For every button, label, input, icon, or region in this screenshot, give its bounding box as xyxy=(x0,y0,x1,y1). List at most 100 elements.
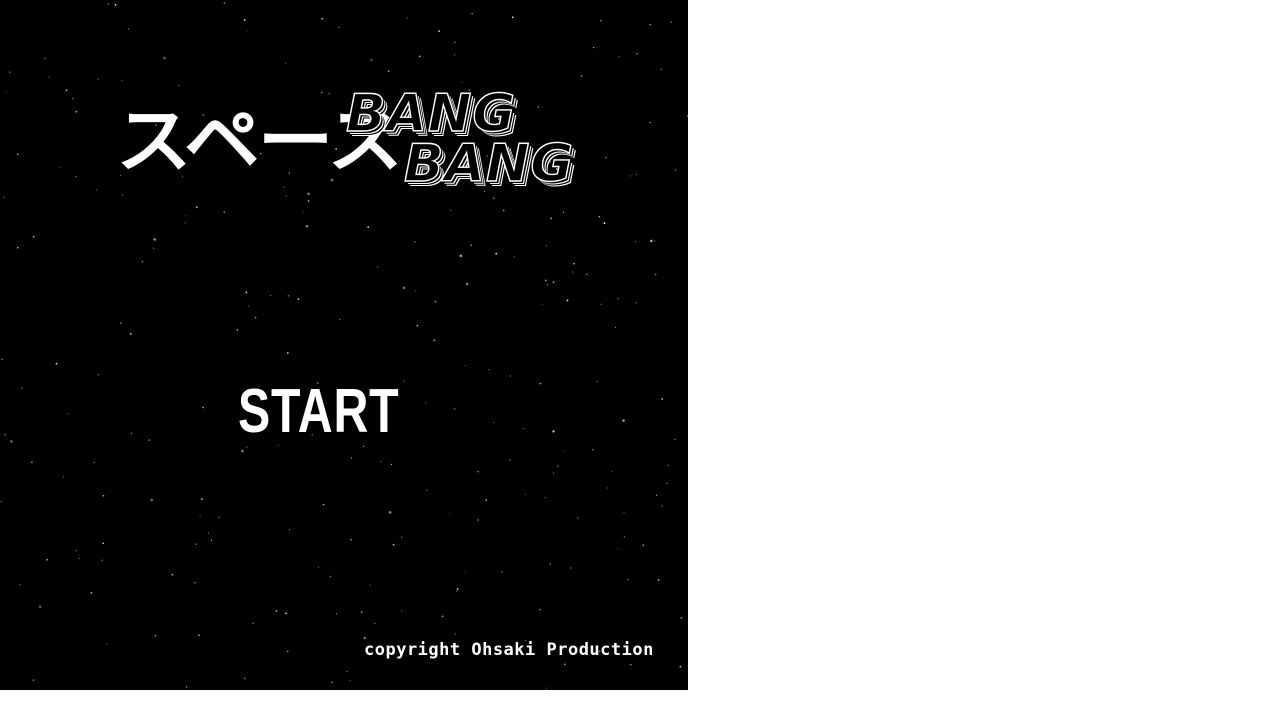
star xyxy=(380,461,382,463)
star xyxy=(38,605,42,608)
star xyxy=(121,194,124,196)
star xyxy=(336,613,338,615)
title-bang-line-2: BANG xyxy=(403,134,575,194)
star xyxy=(600,303,603,305)
star xyxy=(627,578,629,581)
start-button[interactable]: START xyxy=(238,376,399,448)
star xyxy=(573,262,575,265)
star xyxy=(655,494,658,496)
star xyxy=(243,19,246,21)
star xyxy=(10,440,13,443)
star xyxy=(433,339,436,342)
star xyxy=(501,571,503,573)
star xyxy=(546,284,549,286)
star xyxy=(649,23,652,26)
star xyxy=(418,55,421,58)
star xyxy=(562,211,565,213)
star xyxy=(370,58,373,62)
star xyxy=(0,500,2,503)
star xyxy=(150,498,153,502)
star xyxy=(545,687,548,689)
star xyxy=(388,511,392,514)
star xyxy=(78,557,80,560)
star xyxy=(438,30,440,33)
star xyxy=(406,17,408,19)
star xyxy=(623,511,625,513)
star xyxy=(101,559,103,561)
star xyxy=(635,173,638,175)
star xyxy=(456,588,459,590)
star xyxy=(477,519,479,521)
star xyxy=(141,261,143,263)
star xyxy=(202,406,205,409)
star xyxy=(477,470,480,473)
star xyxy=(339,318,341,321)
copyright-text: copyright Ohsaki Production xyxy=(364,640,654,660)
star xyxy=(455,590,458,592)
star xyxy=(184,222,186,224)
star xyxy=(566,299,569,302)
star xyxy=(198,634,200,637)
star xyxy=(660,68,663,70)
star xyxy=(488,369,490,371)
star xyxy=(287,294,290,297)
star xyxy=(369,584,371,586)
star xyxy=(3,196,5,199)
star xyxy=(450,209,452,211)
star xyxy=(453,407,456,410)
star xyxy=(275,610,278,612)
star xyxy=(552,281,555,284)
star xyxy=(269,295,272,297)
star xyxy=(629,663,632,666)
star xyxy=(654,273,657,276)
star xyxy=(564,663,566,666)
star xyxy=(93,461,95,464)
star xyxy=(495,252,498,255)
star xyxy=(415,290,417,292)
star xyxy=(210,539,212,542)
star xyxy=(286,352,289,354)
star xyxy=(21,387,23,389)
star xyxy=(75,110,78,113)
star xyxy=(622,419,625,422)
star xyxy=(434,300,437,303)
star xyxy=(19,583,21,586)
star xyxy=(524,493,527,495)
star xyxy=(207,532,209,534)
star xyxy=(454,633,457,635)
star xyxy=(454,41,456,43)
star xyxy=(537,106,540,108)
star xyxy=(461,81,463,83)
star xyxy=(32,235,35,238)
star xyxy=(367,226,370,229)
star xyxy=(449,513,451,515)
star xyxy=(650,239,653,243)
star xyxy=(107,3,110,5)
star xyxy=(75,176,77,178)
star xyxy=(492,197,495,200)
star xyxy=(16,153,19,156)
star xyxy=(552,430,555,433)
star xyxy=(545,244,547,247)
star xyxy=(611,470,613,472)
star xyxy=(553,472,555,474)
star xyxy=(509,375,511,377)
star xyxy=(670,21,673,24)
star xyxy=(425,402,427,404)
star xyxy=(617,298,619,300)
star xyxy=(320,91,323,94)
star xyxy=(72,98,74,100)
star xyxy=(284,62,287,64)
star xyxy=(657,579,660,581)
star xyxy=(591,448,594,451)
star xyxy=(414,241,416,243)
star xyxy=(603,222,606,225)
star xyxy=(539,382,542,385)
star xyxy=(62,476,64,478)
star xyxy=(46,558,48,561)
star xyxy=(403,380,405,382)
star xyxy=(392,543,395,546)
star xyxy=(223,211,226,214)
star xyxy=(556,465,559,467)
star xyxy=(471,13,473,15)
